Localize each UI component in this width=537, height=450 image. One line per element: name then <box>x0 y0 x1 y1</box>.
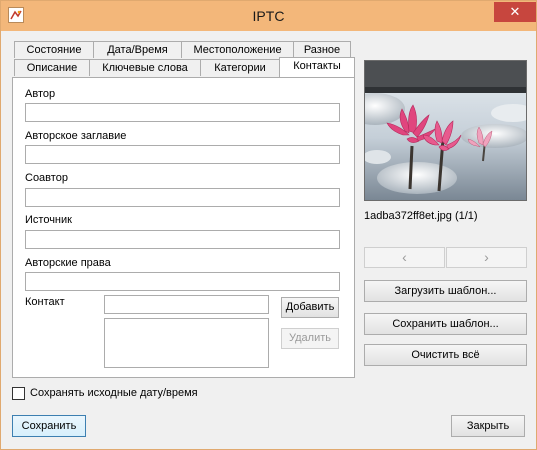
source-label: Источник <box>25 214 72 226</box>
contact-list[interactable] <box>104 318 269 368</box>
title-bar[interactable]: IPTC ✕ <box>1 1 536 31</box>
next-image-button[interactable]: › <box>446 247 527 268</box>
keep-date-checkbox[interactable] <box>12 387 25 400</box>
coauthor-field[interactable] <box>25 188 340 207</box>
author-title-field[interactable] <box>25 145 340 164</box>
coauthor-label: Соавтор <box>25 172 68 184</box>
tab-location[interactable]: Местоположение <box>181 41 294 58</box>
copyright-field[interactable] <box>25 272 340 291</box>
image-filename: 1adba372ff8et.jpg (1/1) <box>364 210 478 222</box>
tab-state[interactable]: Состояние <box>14 41 94 58</box>
image-preview <box>364 60 527 201</box>
clear-all-button[interactable]: Очистить всё <box>364 344 527 366</box>
author-label: Автор <box>25 88 56 100</box>
author-field[interactable] <box>25 103 340 122</box>
load-template-button[interactable]: Загрузить шаблон... <box>364 280 527 302</box>
contact-field[interactable] <box>104 295 269 314</box>
remove-contact-button[interactable]: Удалить <box>281 328 339 349</box>
save-template-button[interactable]: Сохранить шаблон... <box>364 313 527 335</box>
contact-label: Контакт <box>25 296 65 308</box>
add-contact-button[interactable]: Добавить <box>281 297 339 318</box>
tab-keywords[interactable]: Ключевые слова <box>89 59 201 76</box>
tab-contacts[interactable]: Контакты <box>279 57 355 77</box>
tab-categories[interactable]: Категории <box>200 59 280 76</box>
tab-misc[interactable]: Разное <box>293 41 351 58</box>
tab-description[interactable]: Описание <box>14 59 90 76</box>
copyright-label: Авторские права <box>25 257 111 269</box>
save-button[interactable]: Сохранить <box>12 415 86 437</box>
author-title-label: Авторское заглавие <box>25 130 127 142</box>
close-button[interactable]: Закрыть <box>451 415 525 437</box>
window-title: IPTC <box>252 8 285 24</box>
close-window-button[interactable]: ✕ <box>494 2 536 22</box>
keep-date-label: Сохранять исходные дату/время <box>30 387 198 399</box>
source-field[interactable] <box>25 230 340 249</box>
prev-image-button[interactable]: ‹ <box>364 247 445 268</box>
tab-datetime[interactable]: Дата/Время <box>93 41 182 58</box>
